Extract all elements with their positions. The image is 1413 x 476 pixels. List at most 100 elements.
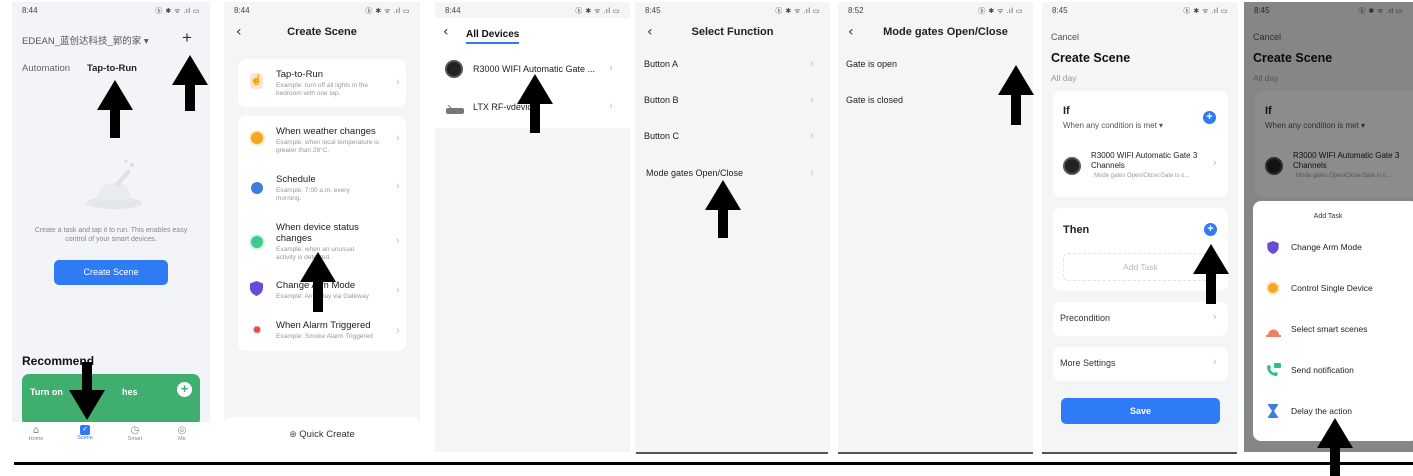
- nav-me-label: Me: [178, 436, 186, 442]
- if-label: If: [1063, 105, 1070, 117]
- nav-home-label: Home: [28, 436, 44, 442]
- nav-scene[interactable]: ✓ Scene: [74, 425, 96, 441]
- option-group-card: When weather changes Example: when local…: [238, 116, 406, 351]
- option-row-gate-open[interactable]: Gate is open: [838, 52, 1033, 80]
- function-label: Button B: [644, 95, 679, 105]
- nav-home[interactable]: ⌂ Home: [26, 425, 46, 442]
- chevron-right-icon: ›: [1213, 157, 1217, 169]
- status-time: 8:52: [848, 6, 864, 15]
- rf-device-icon: [445, 102, 465, 114]
- add-condition-icon[interactable]: +: [1203, 111, 1216, 124]
- task-row-control-single-device[interactable]: Control Single Device: [1253, 274, 1413, 304]
- chevron-right-icon: ›: [609, 62, 613, 74]
- status-icons: ⓑ ✱ ᯤ .ıl ▭: [365, 8, 410, 15]
- cancel-link[interactable]: Cancel: [1051, 32, 1079, 42]
- status-icons: ⓑ ✱ ᯤ .ıl ▭: [575, 8, 620, 15]
- chevron-right-icon: ›: [396, 132, 400, 144]
- home-icon: ⌂: [32, 425, 40, 436]
- task-row-select-smart-scenes[interactable]: Select smart scenes: [1253, 315, 1413, 345]
- create-scene-button[interactable]: Create Scene: [54, 260, 168, 285]
- nav-smart[interactable]: ◷ Smart: [124, 425, 146, 442]
- device-row[interactable]: R3000 WIFI Automatic Gate ... ›: [435, 56, 630, 84]
- option-title[interactable]: Schedule: [276, 174, 316, 185]
- clock-icon: [251, 182, 263, 194]
- chevron-right-icon: ›: [396, 325, 400, 337]
- then-label: Then: [1063, 224, 1090, 236]
- option-subtitle: Example: Arm Stay via Gateway: [276, 293, 369, 300]
- screen-mode-gates: 8:52 ⓑ ✱ ᯤ .ıl ▭ ‹ Mode gates Open/Close…: [838, 2, 1033, 452]
- device-name: R3000 WIFI Automatic Gate ...: [473, 64, 596, 74]
- task-row-delay-action[interactable]: Delay the action: [1253, 397, 1413, 427]
- status-bar: 8:44 ⓑ ✱ ᯤ .ıl ▭: [435, 2, 630, 18]
- tab-tap-to-run[interactable]: Tap-to-Run: [87, 63, 137, 74]
- status-bar: 8:52 ⓑ ✱ ᯤ .ıl ▭: [838, 2, 1033, 18]
- function-row[interactable]: Button A ›: [635, 50, 830, 82]
- condition-detail: Mode gates Open/Close:Gate is o...: [1094, 173, 1190, 179]
- condition-mode-dropdown[interactable]: When any condition is met ▾: [1063, 121, 1163, 130]
- add-task-sheet: Add Task Change Arm Mode Control Single …: [1253, 201, 1413, 441]
- task-label: Control Single Device: [1291, 283, 1373, 293]
- more-settings-row[interactable]: More Settings ›: [1053, 347, 1228, 381]
- chevron-right-icon: ›: [1213, 311, 1217, 323]
- recommend-card[interactable]: Turn on hes +: [22, 374, 200, 426]
- recommend-add-icon[interactable]: +: [177, 382, 192, 397]
- option-label: Gate is closed: [846, 95, 904, 105]
- task-row-send-notification[interactable]: Send notification: [1253, 356, 1413, 386]
- task-label: Select smart scenes: [1291, 324, 1368, 334]
- status-icons: ⓑ ✱ ᯤ .ıl ▭: [1183, 8, 1228, 15]
- schedule-subtitle: All day: [1051, 73, 1077, 83]
- gate-controller-icon: [445, 60, 463, 78]
- precondition-row[interactable]: Precondition ›: [1053, 302, 1228, 336]
- sun-icon: [1268, 283, 1278, 293]
- bottom-nav: ⌂ Home ✓ Scene ◷ Smart ◎ Me: [12, 422, 210, 452]
- add-task-placeholder[interactable]: Add Task: [1063, 253, 1218, 281]
- screen-all-devices: 8:44 ⓑ ✱ ᯤ .ıl ▭ ‹ All Devices R3000 WIF…: [435, 2, 630, 452]
- smart-icon: ◷: [130, 425, 140, 436]
- empty-state-text: Create a task and tap it to run. This en…: [34, 227, 188, 243]
- option-card-tap-to-run[interactable]: ☝ Tap-to-Run Example: turn off all light…: [238, 59, 406, 107]
- option-label: Gate is open: [846, 59, 898, 69]
- function-row[interactable]: Button C ›: [635, 122, 830, 154]
- quick-create-icon: ⊕: [289, 429, 300, 439]
- device-row[interactable]: LTX RF-vdevice ›: [435, 94, 630, 122]
- condition-device-name[interactable]: R3000 WIFI Automatic Gate 3 Channels: [1091, 151, 1201, 170]
- option-title[interactable]: Change Arm Mode: [276, 280, 355, 291]
- then-card: Then + Add Task: [1053, 208, 1228, 291]
- option-subtitle: Example: when an unusual activity is det…: [276, 246, 355, 261]
- chevron-right-icon: ›: [609, 100, 613, 112]
- chevron-right-icon: ›: [810, 167, 814, 179]
- add-task-icon[interactable]: +: [1204, 223, 1217, 236]
- back-icon[interactable]: ‹: [848, 24, 854, 40]
- task-label: Change Arm Mode: [1291, 242, 1362, 252]
- page-title: Select Function: [691, 26, 774, 38]
- sun-icon: [251, 132, 263, 144]
- chevron-right-icon: ›: [810, 58, 814, 70]
- status-time: 8:44: [445, 6, 461, 15]
- hourglass-icon: [1267, 404, 1279, 418]
- nav-me[interactable]: ◎ Me: [172, 425, 192, 442]
- quick-create-bar[interactable]: ⊕ Quick Create: [224, 417, 420, 452]
- function-row[interactable]: Mode gates Open/Close ›: [635, 159, 830, 191]
- option-title[interactable]: When Alarm Triggered: [276, 320, 371, 331]
- add-scene-icon[interactable]: +: [182, 28, 192, 48]
- status-time: 8:45: [645, 6, 661, 15]
- tab-all-devices[interactable]: All Devices: [466, 29, 520, 44]
- option-row-gate-closed[interactable]: Gate is closed: [838, 89, 1033, 117]
- function-row[interactable]: Button B ›: [635, 86, 830, 118]
- option-subtitle: Example: Smoke Alarm Triggered: [276, 333, 373, 340]
- sunrise-scene-icon: [1266, 324, 1281, 337]
- screen-scene-tap-to-run: 8:44 ⓑ ✱ ᯤ .ıl ▭ EDEAN_蓝创达科技_郭的家 ▾ + Aut…: [12, 2, 210, 452]
- home-selector[interactable]: EDEAN_蓝创达科技_郭的家 ▾: [22, 33, 149, 47]
- option-title[interactable]: When device status changes: [276, 222, 371, 244]
- status-bar: 8:44 ⓑ ✱ ᯤ .ıl ▭: [224, 2, 420, 18]
- tab-automation[interactable]: Automation: [22, 63, 70, 74]
- task-row-change-arm-mode[interactable]: Change Arm Mode: [1253, 233, 1413, 263]
- page-title: Mode gates Open/Close: [883, 26, 1008, 38]
- device-name: LTX RF-vdevice: [473, 102, 537, 112]
- shield-icon: [250, 281, 263, 296]
- status-bar: 8:44 ⓑ ✱ ᯤ .ıl ▭: [12, 2, 210, 18]
- back-icon[interactable]: ‹: [443, 24, 449, 40]
- chevron-right-icon: ›: [1213, 356, 1217, 368]
- option-title[interactable]: When weather changes: [276, 126, 376, 137]
- save-button[interactable]: Save: [1061, 398, 1220, 424]
